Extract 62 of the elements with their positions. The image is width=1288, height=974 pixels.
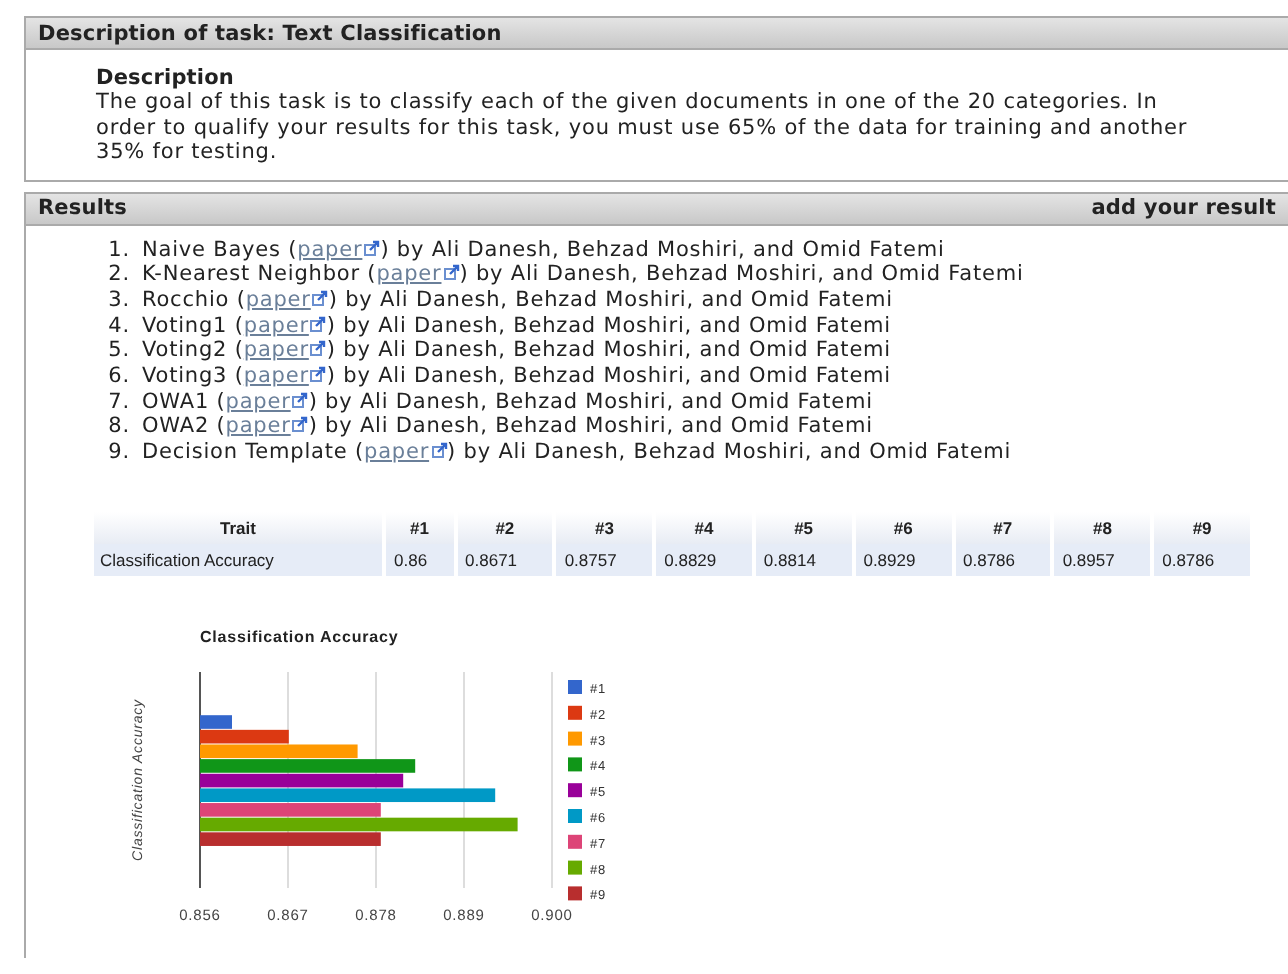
table-cell: 0.8786	[953, 543, 1053, 576]
result-entry: Naive Bayes (paper ) by Ali Danesh, Behzad Moshiri, and Omid Fatemi	[142, 237, 945, 263]
result-entry: Rocchio (paper ) by Ali Danesh, Behzad Moshiri, and Omid Fatemi	[142, 287, 893, 314]
list-number: 9.	[106, 440, 130, 466]
table-cell: 0.8957	[1052, 543, 1153, 576]
paper-link[interactable]: paper	[243, 338, 309, 363]
column-header: #8	[1052, 511, 1153, 544]
table-cell: 0.86	[384, 543, 456, 576]
list-number: 8.	[106, 414, 130, 441]
paper-link[interactable]: paper	[243, 313, 309, 338]
table-cell: 0.8671	[455, 543, 555, 576]
paper-link[interactable]: paper	[297, 237, 363, 261]
table-cell: 0.8829	[654, 543, 754, 576]
column-header: #2	[455, 511, 555, 544]
table-cell: 0.8757	[554, 543, 655, 576]
list-number: 4.	[106, 313, 130, 339]
external-link-icon	[310, 315, 327, 332]
chart-title: Classification Accuracy	[200, 627, 399, 646]
column-header: #6	[853, 511, 954, 544]
description-text: The goal of this task is to classify each of the given documents in one of the 20 categories. In order to qualify your results for this task, you must use 65% of the data for training and another 35% for testing.	[96, 90, 1190, 165]
list-number: 7.	[106, 389, 130, 415]
result-entry: OWA2 (paper ) by Ali Danesh, Behzad Moshiri, and Omid Fatemi	[142, 414, 873, 441]
result-entry: K-Nearest Neighbor (paper ) by Ali Danesh, Behzad Moshiri, and Omid Fatemi	[142, 262, 1024, 288]
external-link-icon	[310, 340, 327, 357]
column-header: Trait	[94, 511, 384, 544]
result-entry: OWA1 (paper ) by Ali Danesh, Behzad Moshiri, and Omid Fatemi	[142, 389, 873, 415]
panel-title: Description of task: Text Classification	[38, 21, 502, 45]
result-entry: Voting1 (paper ) by Ali Danesh, Behzad Moshiri, and Omid Fatemi	[142, 313, 892, 339]
external-link-icon	[364, 239, 381, 255]
external-link-icon	[431, 442, 448, 459]
external-link-icon	[312, 289, 329, 306]
paper-link[interactable]: paper	[376, 262, 442, 287]
paper-link[interactable]: paper	[225, 389, 291, 414]
column-header: #9	[1152, 511, 1252, 544]
table-cell: Classification Accuracy	[94, 543, 384, 576]
list-number: 2.	[106, 262, 130, 288]
column-header: #7	[953, 511, 1053, 544]
column-header: #5	[753, 511, 854, 544]
add-result-link[interactable]: add your result	[1091, 196, 1276, 220]
external-link-icon	[443, 264, 460, 281]
column-header: #1	[384, 511, 456, 544]
paper-link[interactable]: paper	[243, 364, 309, 389]
list-number: 6.	[106, 364, 130, 390]
table-cell: 0.8786	[1152, 543, 1252, 576]
list-number: 1.	[106, 237, 130, 263]
paper-link[interactable]: paper	[245, 287, 311, 312]
column-header: #3	[554, 511, 655, 544]
result-entry: Voting3 (paper ) by Ali Danesh, Behzad Moshiri, and Omid Fatemi	[142, 364, 892, 390]
paper-link[interactable]: paper	[225, 414, 291, 439]
description-heading: Description	[96, 66, 237, 90]
column-header: #4	[654, 511, 754, 544]
table-cell: 0.8814	[753, 543, 854, 576]
result-entry: Decision Template (paper ) by Ali Danesh, Behzad Moshiri, and Omid Fatemi	[142, 440, 1012, 466]
result-entry: Voting2 (paper ) by Ali Danesh, Behzad Moshiri, and Omid Fatemi	[142, 338, 892, 365]
table-cell: 0.8929	[853, 543, 954, 576]
external-link-icon	[310, 366, 327, 383]
external-link-icon	[292, 416, 309, 433]
list-number: 3.	[106, 287, 130, 314]
external-link-icon	[292, 391, 309, 408]
list-number: 5.	[106, 338, 130, 365]
panel-title: Results	[38, 196, 127, 220]
paper-link[interactable]: paper	[364, 440, 430, 465]
